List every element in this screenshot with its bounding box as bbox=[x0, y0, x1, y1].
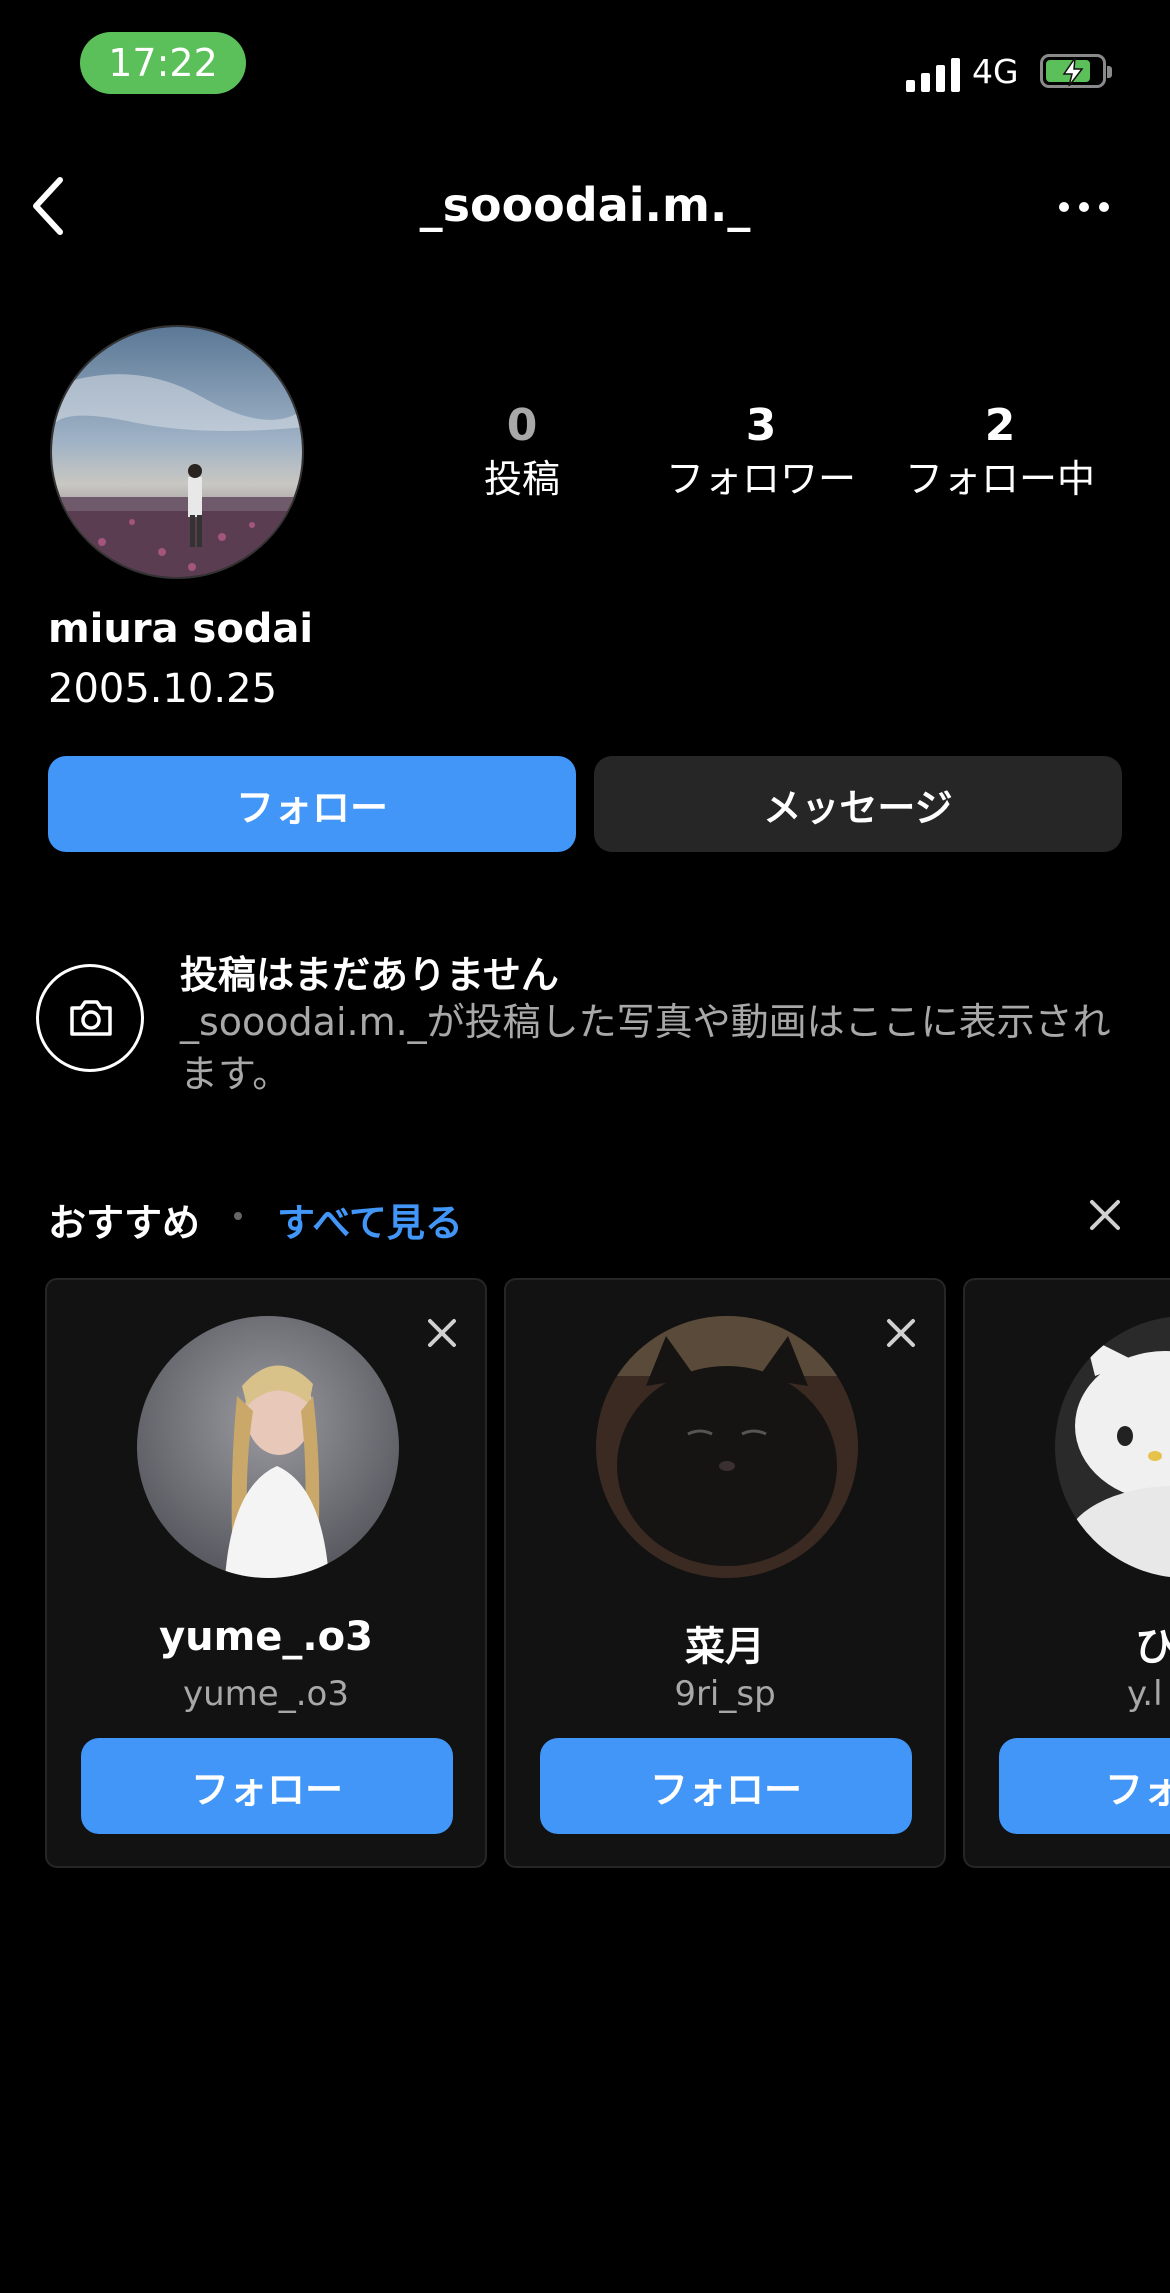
camera-icon bbox=[36, 964, 144, 1072]
profile-avatar[interactable] bbox=[50, 325, 304, 579]
profile-name: miura sodai bbox=[48, 606, 314, 652]
more-dots-icon[interactable] bbox=[1054, 192, 1114, 222]
stat-posts[interactable]: 0 投稿 bbox=[412, 400, 632, 504]
stat-posts-label: 投稿 bbox=[483, 457, 560, 501]
suggestion-card[interactable]: ひ y.l フォ bbox=[963, 1278, 1170, 1868]
close-icon[interactable] bbox=[884, 1316, 918, 1350]
suggestion-username: 9ri_sp bbox=[674, 1674, 776, 1714]
empty-posts-title: 投稿はまだありません bbox=[180, 953, 559, 997]
profile-bio: 2005.10.25 bbox=[48, 666, 278, 712]
status-time: 17:22 bbox=[80, 32, 246, 94]
suggestion-name: yume_.o3 bbox=[159, 1614, 373, 1660]
suggestion-follow-button[interactable]: フォ bbox=[999, 1738, 1170, 1834]
suggestion-avatar[interactable] bbox=[1055, 1316, 1170, 1578]
suggestion-follow-button[interactable]: フォロー bbox=[540, 1738, 912, 1834]
network-type: 4G bbox=[972, 52, 1019, 91]
suggestion-avatar[interactable] bbox=[137, 1316, 399, 1578]
stat-posts-value: 0 bbox=[506, 400, 538, 451]
stat-following-label: フォロー中 bbox=[904, 457, 1095, 501]
stat-followers-label: フォロワー bbox=[665, 457, 856, 501]
empty-posts-description: _sooodai.m._が投稿した写真や動画はここに表示されます。 bbox=[180, 1000, 1111, 1096]
suggestion-name: 菜月 bbox=[685, 1624, 765, 1670]
suggestion-follow-button[interactable]: フォロー bbox=[81, 1738, 453, 1834]
message-button[interactable]: メッセージ bbox=[594, 756, 1122, 852]
close-icon[interactable] bbox=[1086, 1196, 1124, 1234]
signal-icon bbox=[906, 56, 960, 92]
separator-dot bbox=[234, 1212, 242, 1220]
battery-charging-icon bbox=[1040, 54, 1112, 88]
suggestion-username: y.l bbox=[1127, 1674, 1163, 1714]
stat-following[interactable]: 2 フォロー中 bbox=[890, 400, 1110, 504]
suggestions-label: おすすめ bbox=[48, 1201, 201, 1245]
stat-followers[interactable]: 3 フォロワー bbox=[651, 400, 871, 504]
suggestion-username: yume_.o3 bbox=[183, 1674, 349, 1714]
suggestion-name: ひ bbox=[1055, 1614, 1170, 1672]
stat-following-value: 2 bbox=[984, 400, 1016, 451]
follow-button[interactable]: フォロー bbox=[48, 756, 576, 852]
suggestion-avatar[interactable] bbox=[596, 1316, 858, 1578]
suggestion-card[interactable]: 菜月 9ri_sp フォロー bbox=[504, 1278, 946, 1868]
stat-followers-value: 3 bbox=[745, 400, 777, 451]
suggestion-card[interactable]: yume_.o3 yume_.o3 フォロー bbox=[45, 1278, 487, 1868]
close-icon[interactable] bbox=[425, 1316, 459, 1350]
profile-username-title: _sooodai.m._ bbox=[419, 178, 751, 232]
see-all-link[interactable]: すべて見る bbox=[277, 1192, 463, 1247]
